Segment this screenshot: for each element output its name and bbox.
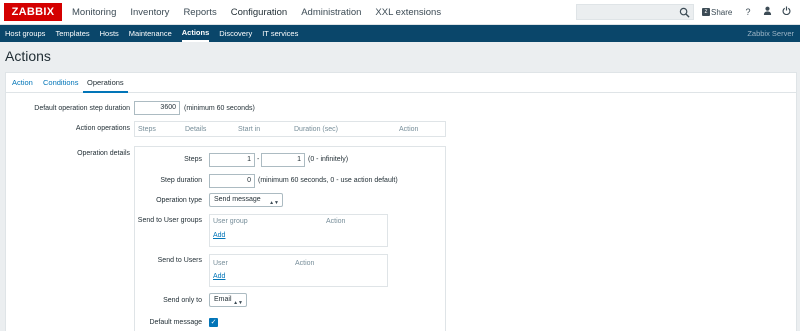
search-input[interactable] xyxy=(576,4,694,20)
users-table: User Action Add xyxy=(209,254,388,287)
submenu-actions[interactable]: Actions xyxy=(181,25,210,42)
operation-details-label: Operation details xyxy=(77,150,130,157)
send-only-to-label: Send only to xyxy=(163,297,202,304)
menu-inventory[interactable]: Inventory xyxy=(130,0,169,25)
submenu-discovery[interactable]: Discovery xyxy=(219,25,252,42)
menu-reports[interactable]: Reports xyxy=(183,0,216,25)
tab-conditions[interactable]: Conditions xyxy=(43,73,78,93)
chevron-down-icon: ▲▼ xyxy=(269,200,279,206)
action-operations-table: Steps Details Start in Duration (sec) Ac… xyxy=(134,121,446,137)
column-header: Steps xyxy=(138,126,156,133)
menu-administration[interactable]: Administration xyxy=(301,0,361,25)
menu-monitoring[interactable]: Monitoring xyxy=(72,0,116,25)
default-step-duration-label: Default operation step duration xyxy=(34,105,130,112)
share-label: Share xyxy=(711,7,733,17)
column-header: Action xyxy=(326,218,346,225)
submenu-hosts[interactable]: Hosts xyxy=(100,25,119,42)
user-icon xyxy=(763,6,771,15)
menu-xxl-extensions[interactable]: XXL extensions xyxy=(375,0,441,25)
sub-navigation: Host groups Templates Hosts Maintenance … xyxy=(0,25,800,42)
column-header: Duration (sec) xyxy=(294,126,338,133)
operation-type-select[interactable]: Send message ▲▼ xyxy=(209,193,283,207)
steps-hint: (0 - infinitely) xyxy=(308,156,349,163)
steps-separator: - xyxy=(257,156,260,163)
sub-menu: Host groups Templates Hosts Maintenance … xyxy=(5,25,308,42)
steps-to-input[interactable]: 1 xyxy=(261,153,305,167)
user-groups-table: User group Action Add xyxy=(209,214,388,247)
column-header: User xyxy=(213,260,228,267)
column-header: Action xyxy=(399,126,419,133)
top-navigation: ZABBIX Monitoring Inventory Reports Conf… xyxy=(0,0,800,25)
send-only-to-select[interactable]: Email ▲▼ xyxy=(209,293,247,307)
add-user-link[interactable]: Add xyxy=(213,273,225,280)
steps-from-input[interactable]: 1 xyxy=(209,153,255,167)
step-duration-input[interactable]: 0 xyxy=(209,174,255,188)
default-step-duration-input[interactable]: 3600 xyxy=(134,101,180,115)
send-only-to-value: Email xyxy=(214,296,232,303)
operation-type-label: Operation type xyxy=(156,197,202,204)
submenu-maintenance[interactable]: Maintenance xyxy=(129,25,172,42)
main-menu: Monitoring Inventory Reports Configurati… xyxy=(72,0,455,25)
tab-operations[interactable]: Operations xyxy=(83,73,128,93)
step-duration-label: Step duration xyxy=(160,177,202,184)
form-tabs: Action Conditions Operations xyxy=(6,73,796,93)
column-header: Details xyxy=(185,126,207,133)
column-header: User group xyxy=(213,218,248,225)
operation-type-value: Send message xyxy=(214,196,261,203)
step-duration-hint: (minimum 60 seconds, 0 - use action defa… xyxy=(258,177,398,184)
power-icon xyxy=(782,6,790,16)
logout-icon[interactable] xyxy=(779,5,793,19)
column-header: Start in xyxy=(238,126,261,133)
tab-action[interactable]: Action xyxy=(12,73,33,93)
menu-configuration[interactable]: Configuration xyxy=(231,0,288,25)
user-profile-icon[interactable] xyxy=(760,5,774,19)
search-icon[interactable] xyxy=(679,7,690,18)
add-user-group-link[interactable]: Add xyxy=(213,232,225,239)
submenu-templates[interactable]: Templates xyxy=(55,25,89,42)
send-to-users-label: Send to Users xyxy=(157,257,202,264)
zabbix-logo[interactable]: ZABBIX xyxy=(4,3,62,21)
action-form-panel: Action Conditions Operations Default ope… xyxy=(5,72,797,331)
send-to-user-groups-label: Send to User groups xyxy=(137,217,202,224)
server-name: Zabbix Server xyxy=(747,29,794,38)
steps-label: Steps xyxy=(184,156,202,163)
chevron-down-icon: ▲▼ xyxy=(233,300,243,306)
default-message-label: Default message xyxy=(149,319,202,326)
checkmark-icon: ✓ xyxy=(210,319,217,326)
column-header: Action xyxy=(295,260,315,267)
submenu-host-groups[interactable]: Host groups xyxy=(5,25,45,42)
share-icon: z xyxy=(702,8,710,16)
page-title: Actions xyxy=(5,48,51,64)
default-message-checkbox[interactable]: ✓ xyxy=(209,318,218,327)
action-operations-label: Action operations xyxy=(75,125,130,132)
share-button[interactable]: z Share xyxy=(702,5,732,19)
help-icon[interactable]: ? xyxy=(741,5,755,19)
default-step-duration-hint: (minimum 60 seconds) xyxy=(184,105,255,112)
submenu-it-services[interactable]: IT services xyxy=(262,25,298,42)
